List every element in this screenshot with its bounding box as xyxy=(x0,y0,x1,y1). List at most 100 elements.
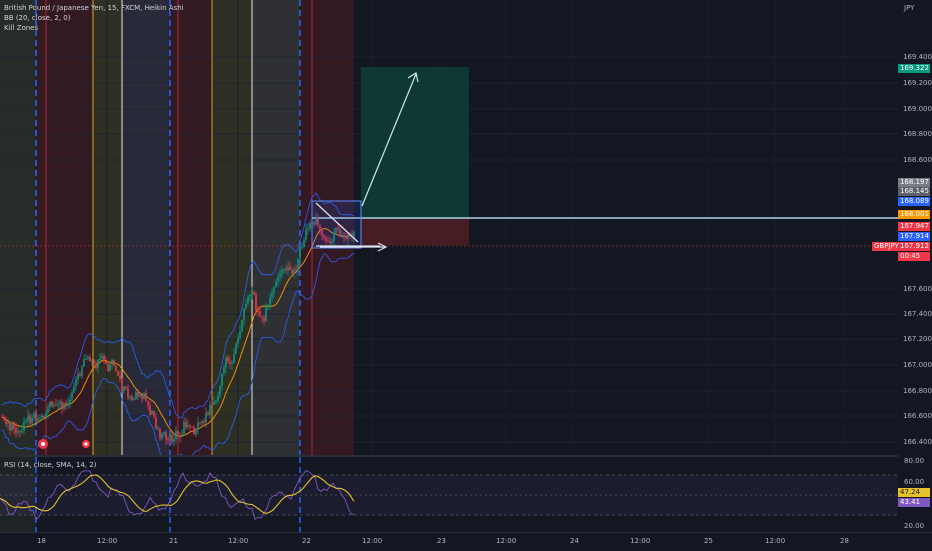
candle-body xyxy=(279,273,281,278)
symbol-tag[interactable]: GBPJPY xyxy=(872,242,899,251)
candle-body xyxy=(143,392,145,399)
kill-zone-asia xyxy=(0,0,36,455)
candle-body xyxy=(297,258,299,271)
candle-body xyxy=(13,424,15,429)
session-marker-dot-2 xyxy=(84,442,88,446)
candle-body xyxy=(45,412,47,418)
rsi-label[interactable]: RSI (14, close, SMA, 14, 2) xyxy=(4,461,96,470)
candle-body xyxy=(263,317,265,321)
candle-body xyxy=(63,402,65,409)
price-tick-label: 167.200 xyxy=(903,335,932,343)
candle-body xyxy=(1,417,3,419)
time-label: 22 xyxy=(302,537,311,545)
candle-body xyxy=(289,266,291,270)
rsi-value-tag: 47.24 xyxy=(898,488,930,497)
candle-body xyxy=(261,316,263,318)
price-tick-label: 168.800 xyxy=(903,130,932,138)
candle-body xyxy=(265,307,267,321)
candle-body xyxy=(275,281,277,288)
candle-body xyxy=(201,420,203,424)
candle-body xyxy=(15,428,17,433)
candle-body xyxy=(187,425,189,428)
candle-body xyxy=(167,438,169,440)
candle-body xyxy=(153,411,155,418)
candle-body xyxy=(223,367,225,374)
candle-body xyxy=(65,402,67,406)
time-axis[interactable]: 18 12:00 21 12:00 22 12:00 23 12:00 24 12:00 25 12:… xyxy=(0,532,932,551)
candle-body xyxy=(267,305,269,308)
candle-body xyxy=(293,269,295,274)
candle-body xyxy=(175,430,177,439)
price-tick-label: 169.000 xyxy=(903,105,932,113)
kill-zone-ny-pm xyxy=(122,0,170,455)
rsi-pane[interactable]: RSI (14, close, SMA, 14, 2) xyxy=(0,457,898,532)
consolidation-box[interactable] xyxy=(311,200,362,249)
candle-body xyxy=(59,401,61,405)
candle-body xyxy=(91,359,93,362)
candle-body xyxy=(89,357,91,362)
rsi-canvas[interactable] xyxy=(0,457,898,532)
candle-body xyxy=(189,425,191,427)
price-axis[interactable]: JPY 169.400 169.200 169.000 168.800 168.600 1… xyxy=(898,0,932,532)
candle-body xyxy=(269,297,271,306)
candle-body xyxy=(129,396,131,398)
candle-body xyxy=(199,422,201,424)
position-stop-zone[interactable] xyxy=(361,218,469,245)
candle-body xyxy=(113,360,115,366)
time-label: 25 xyxy=(704,537,713,545)
candle-body xyxy=(215,400,217,402)
price-tag: 167.914 xyxy=(898,232,930,241)
candle-body xyxy=(213,401,215,405)
rsi-band xyxy=(0,475,898,515)
time-label: 12:00 xyxy=(496,537,517,545)
candle-body xyxy=(271,292,273,298)
rsi-value-tag: 43.41 xyxy=(898,498,930,507)
candle-body xyxy=(73,386,75,393)
candle-body xyxy=(241,320,243,332)
candle-body xyxy=(83,359,85,367)
candle-body xyxy=(139,394,141,397)
candle-body xyxy=(249,294,251,297)
candle-body xyxy=(119,375,121,379)
candle-body xyxy=(149,405,151,415)
candle-body xyxy=(285,268,287,271)
candle-body xyxy=(29,415,31,424)
candle-body xyxy=(31,418,33,424)
candle-body xyxy=(155,417,157,429)
candle-body xyxy=(163,432,165,434)
indicator-bb-label[interactable]: BB (20, close, 2, 0) xyxy=(4,14,71,23)
symbol-title[interactable]: British Pound / Japanese Yen, 15, FXCM, … xyxy=(4,4,184,13)
candle-body xyxy=(107,363,109,371)
candle-body xyxy=(117,371,119,376)
candle-body xyxy=(47,406,49,413)
candle-body xyxy=(61,401,63,409)
candle-body xyxy=(37,418,39,421)
price-tag: 169.322 xyxy=(898,64,930,73)
price-tag: 167.947 xyxy=(898,222,930,231)
candle-body xyxy=(207,412,209,415)
time-label: 28 xyxy=(840,537,849,545)
candle-body xyxy=(177,430,179,436)
candle-body xyxy=(161,433,163,439)
price-chart[interactable]: British Pound / Japanese Yen, 15, FXCM, … xyxy=(0,0,898,455)
candle-body xyxy=(55,404,57,406)
price-tag: 00:45 xyxy=(898,252,930,261)
candle-body xyxy=(245,303,247,309)
candle-body xyxy=(247,296,249,304)
candle-body xyxy=(217,395,219,401)
candle-body xyxy=(23,421,25,431)
price-tag: 168.145 xyxy=(898,187,930,196)
candle-body xyxy=(309,223,311,229)
candle-body xyxy=(79,373,81,376)
price-chart-canvas[interactable] xyxy=(0,0,898,455)
price-tick-label: 166.400 xyxy=(903,438,932,446)
candle-body xyxy=(53,404,55,407)
candle-body xyxy=(229,361,231,365)
position-target-zone[interactable] xyxy=(361,67,469,218)
price-tick-label: 166.600 xyxy=(903,412,932,420)
candle-body xyxy=(273,287,275,293)
candle-body xyxy=(181,433,183,437)
candle-body xyxy=(43,415,45,418)
candle-body xyxy=(93,359,95,363)
indicator-kz-label[interactable]: Kill Zones xyxy=(4,24,38,33)
